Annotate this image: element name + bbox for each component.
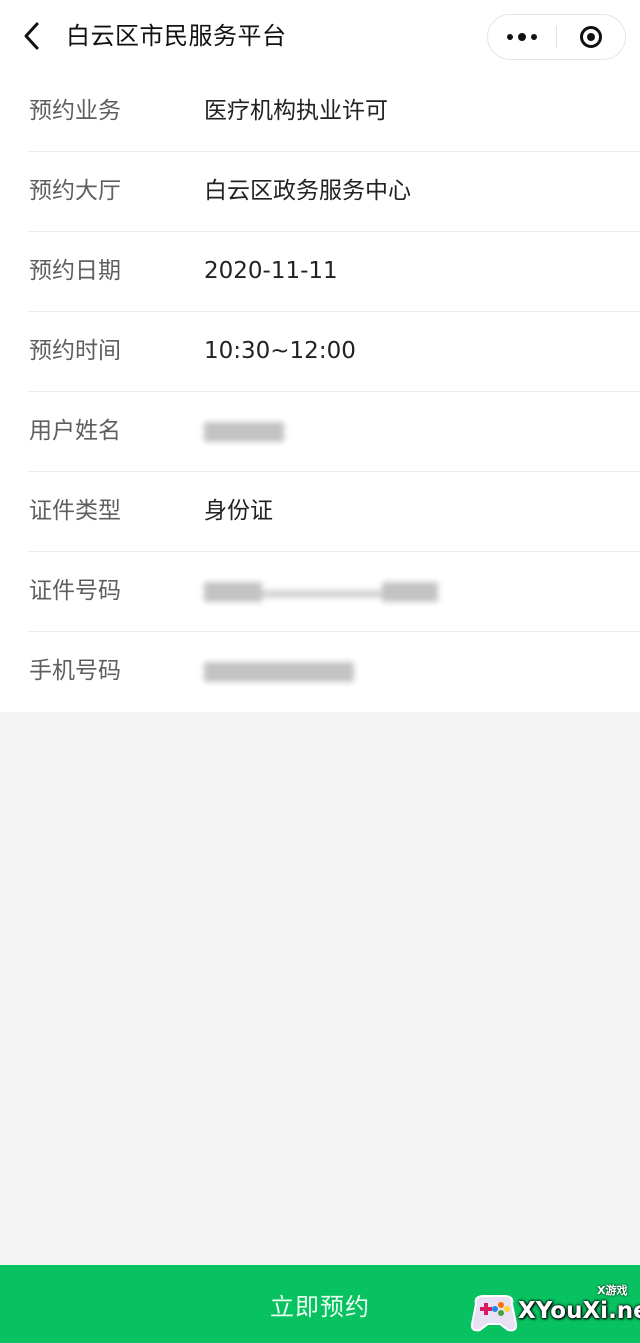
back-button[interactable] [14,16,50,56]
watermark-text: XYouXi.net [518,1298,640,1324]
target-circle-icon [579,26,602,48]
mini-program-capsule [487,14,626,60]
close-mini-program-button[interactable] [557,15,625,59]
top-nav-bar: 白云区市民服务平台 [0,0,640,72]
row-label: 预约时间 [29,338,121,364]
row-label: 手机号码 [29,658,121,684]
page-title: 白云区市民服务平台 [66,22,287,50]
row-id-type: 证件类型 身份证 [0,472,640,552]
row-label: 用户姓名 [29,418,121,444]
site-watermark: XYouXi.net X游戏 [470,1282,640,1340]
row-label: 预约日期 [29,258,121,284]
row-label: 证件类型 [29,498,121,524]
row-label: 预约业务 [29,98,121,124]
row-id-number: 证件号码 [0,552,640,632]
row-time: 预约时间 10:30~12:00 [0,312,640,392]
row-label: 预约大厅 [29,178,121,204]
row-date: 预约日期 2020-11-11 [0,232,640,312]
row-hall: 预约大厅 白云区政务服务中心 [0,152,640,232]
more-dots-icon [507,33,537,41]
chevron-left-icon [24,22,39,50]
row-user-name: 用户姓名 [0,392,640,472]
row-value: 10:30~12:00 [204,338,356,364]
more-button[interactable] [488,15,556,59]
row-value: 白云区政务服务中心 [204,178,411,204]
gamepad-logo-icon [470,1295,518,1332]
row-value: 医疗机构执业许可 [204,98,388,124]
row-label: 证件号码 [29,578,121,604]
blurred-phone-number [200,658,365,686]
blurred-user-name [200,418,290,446]
appointment-details: 预约业务 医疗机构执业许可 预约大厅 白云区政务服务中心 预约日期 2020-1… [0,72,640,712]
row-value: 身份证 [204,498,273,524]
row-value: 2020-11-11 [204,258,338,284]
row-phone: 手机号码 [0,632,640,712]
watermark-small-text: X游戏 [597,1284,628,1297]
row-service: 预约业务 医疗机构执业许可 [0,72,640,152]
blurred-id-number [200,578,445,606]
